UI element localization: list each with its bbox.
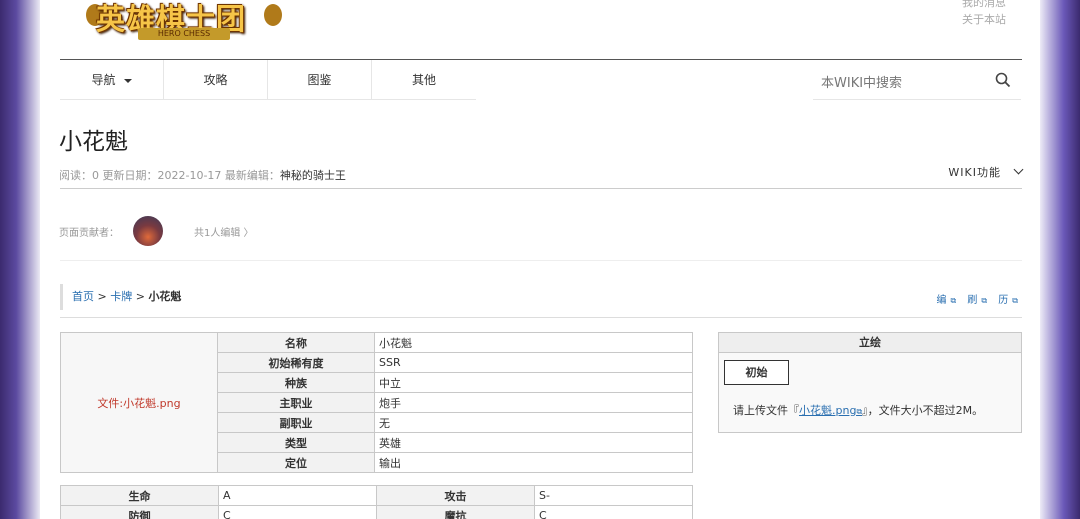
history-link[interactable]: 历 ⧉ [994,295,1018,306]
my-messages-link[interactable]: 我的消息 [962,0,1006,11]
stat-key: 生命 [60,485,219,506]
infobox-value: 英雄 [374,432,693,453]
contributor-avatar[interactable] [133,216,163,246]
about-link[interactable]: 关于本站 [962,11,1006,28]
edit-label: 编 [936,295,947,306]
infobox-image-link[interactable]: 文件:小花魁.png [60,332,218,473]
page-tools: 编 ⧉ 刷 ⧉ 历 ⧉ [928,291,1018,306]
infobox-key: 主职业 [217,392,375,413]
upload-message-suffix: 』，文件大小不超过2M。 [862,404,984,417]
nav-item-navigation[interactable]: 导航 [60,60,164,100]
portrait-tab-initial[interactable]: 初始 [724,360,789,385]
upload-message-prefix: 请上传文件『 [733,404,799,417]
nav-item-catalog[interactable]: 图鉴 [268,60,372,100]
external-link-icon: ⧉ [981,296,988,305]
wiki-functions-menu[interactable]: WIKI功能 [948,164,1024,180]
infobox-key: 初始稀有度 [217,352,375,373]
refresh-link[interactable]: 刷 ⧉ [963,295,987,306]
upload-message: 请上传文件『小花魁.png⧉』，文件大小不超过2M。 [733,402,983,418]
breadcrumb-home[interactable]: 首页 [72,290,94,303]
top-links: 我的消息 关于本站 [962,0,1006,28]
search-input[interactable]: 本WIKI中搜索 [821,72,902,91]
last-editor-link[interactable]: 神秘的骑士王 [280,169,346,182]
search-icon[interactable] [995,72,1011,88]
breadcrumb-separator: > [132,290,149,303]
divider [60,260,1022,261]
breadcrumb: 首页 > 卡牌 > 小花魁 [60,284,181,310]
editors-count-link[interactable]: 共1人编辑 〉 [194,224,254,239]
portrait-panel: 立绘 初始 请上传文件『小花魁.png⧉』，文件大小不超过2M。 [718,332,1022,433]
stat-key: 攻击 [376,485,535,506]
site-logo[interactable]: 英雄棋士团 HERO CHESS [86,0,282,42]
upload-file-name: 小花魁.png [799,404,857,417]
infobox-value: 小花魁 [374,332,693,353]
refresh-label: 刷 [967,295,978,306]
divider [60,188,1022,189]
upload-file-link[interactable]: 小花魁.png⧉ [799,404,862,417]
stat-value: S- [534,485,693,506]
infobox-key: 类型 [217,432,375,453]
search-box[interactable]: 本WIKI中搜索 [813,60,1021,100]
stat-key: 魔抗 [376,505,535,519]
infobox-key: 定位 [217,452,375,473]
navbar: 导航 攻略 图鉴 其他 本WIKI中搜索 [60,59,1022,100]
infobox-key: 副职业 [217,412,375,433]
infobox-value: 输出 [374,452,693,473]
stat-value: A [218,485,377,506]
infobox-key: 种族 [217,372,375,393]
external-link-icon: ⧉ [1012,296,1018,305]
history-label: 历 [998,295,1009,306]
stat-key: 防御 [60,505,219,519]
infobox-key: 名称 [217,332,375,353]
portrait-header: 立绘 [719,333,1021,353]
page-title: 小花魁 [59,129,128,155]
logo-wing-right [264,4,282,26]
page-meta: 阅读：0 更新日期：2022-10-17 最新编辑：神秘的骑士王 [59,167,346,183]
logo-subtitle: HERO CHESS [138,28,230,40]
wiki-functions-label: WIKI功能 [948,166,1001,179]
meta-info: 阅读：0 更新日期：2022-10-17 最新编辑： [59,169,280,182]
infobox-value: 炮手 [374,392,693,413]
contributors-label: 页面贡献者： [59,228,119,239]
chevron-down-icon [1013,164,1024,175]
stat-value: C [534,505,693,519]
infobox-table: 文件:小花魁.png 名称 小花魁 初始稀有度 SSR 种族 中立 主职业 炮手 副职… [60,332,693,473]
caret-down-icon [123,78,132,83]
breadcrumb-current: 小花魁 [148,290,182,303]
breadcrumb-separator: > [94,290,111,303]
external-link-icon: ⧉ [950,296,957,305]
breadcrumb-category[interactable]: 卡牌 [110,290,132,303]
nav-label: 导航 [91,73,116,87]
page: 英雄棋士团 HERO CHESS 我的消息 关于本站 导航 攻略 图鉴 其他 本… [40,0,1040,519]
stats-table: 生命 A 攻击 S- 防御 C 魔抗 C [60,485,693,519]
infobox-value: 无 [374,412,693,433]
infobox-value: SSR [374,352,693,373]
infobox-value: 中立 [374,372,693,393]
divider [60,317,1022,318]
nav-menu: 导航 攻略 图鉴 其他 [60,60,476,100]
nav-item-other[interactable]: 其他 [372,60,476,100]
stat-value: C [218,505,377,519]
nav-item-guides[interactable]: 攻略 [164,60,268,100]
edit-link[interactable]: 编 ⧉ [932,295,956,306]
